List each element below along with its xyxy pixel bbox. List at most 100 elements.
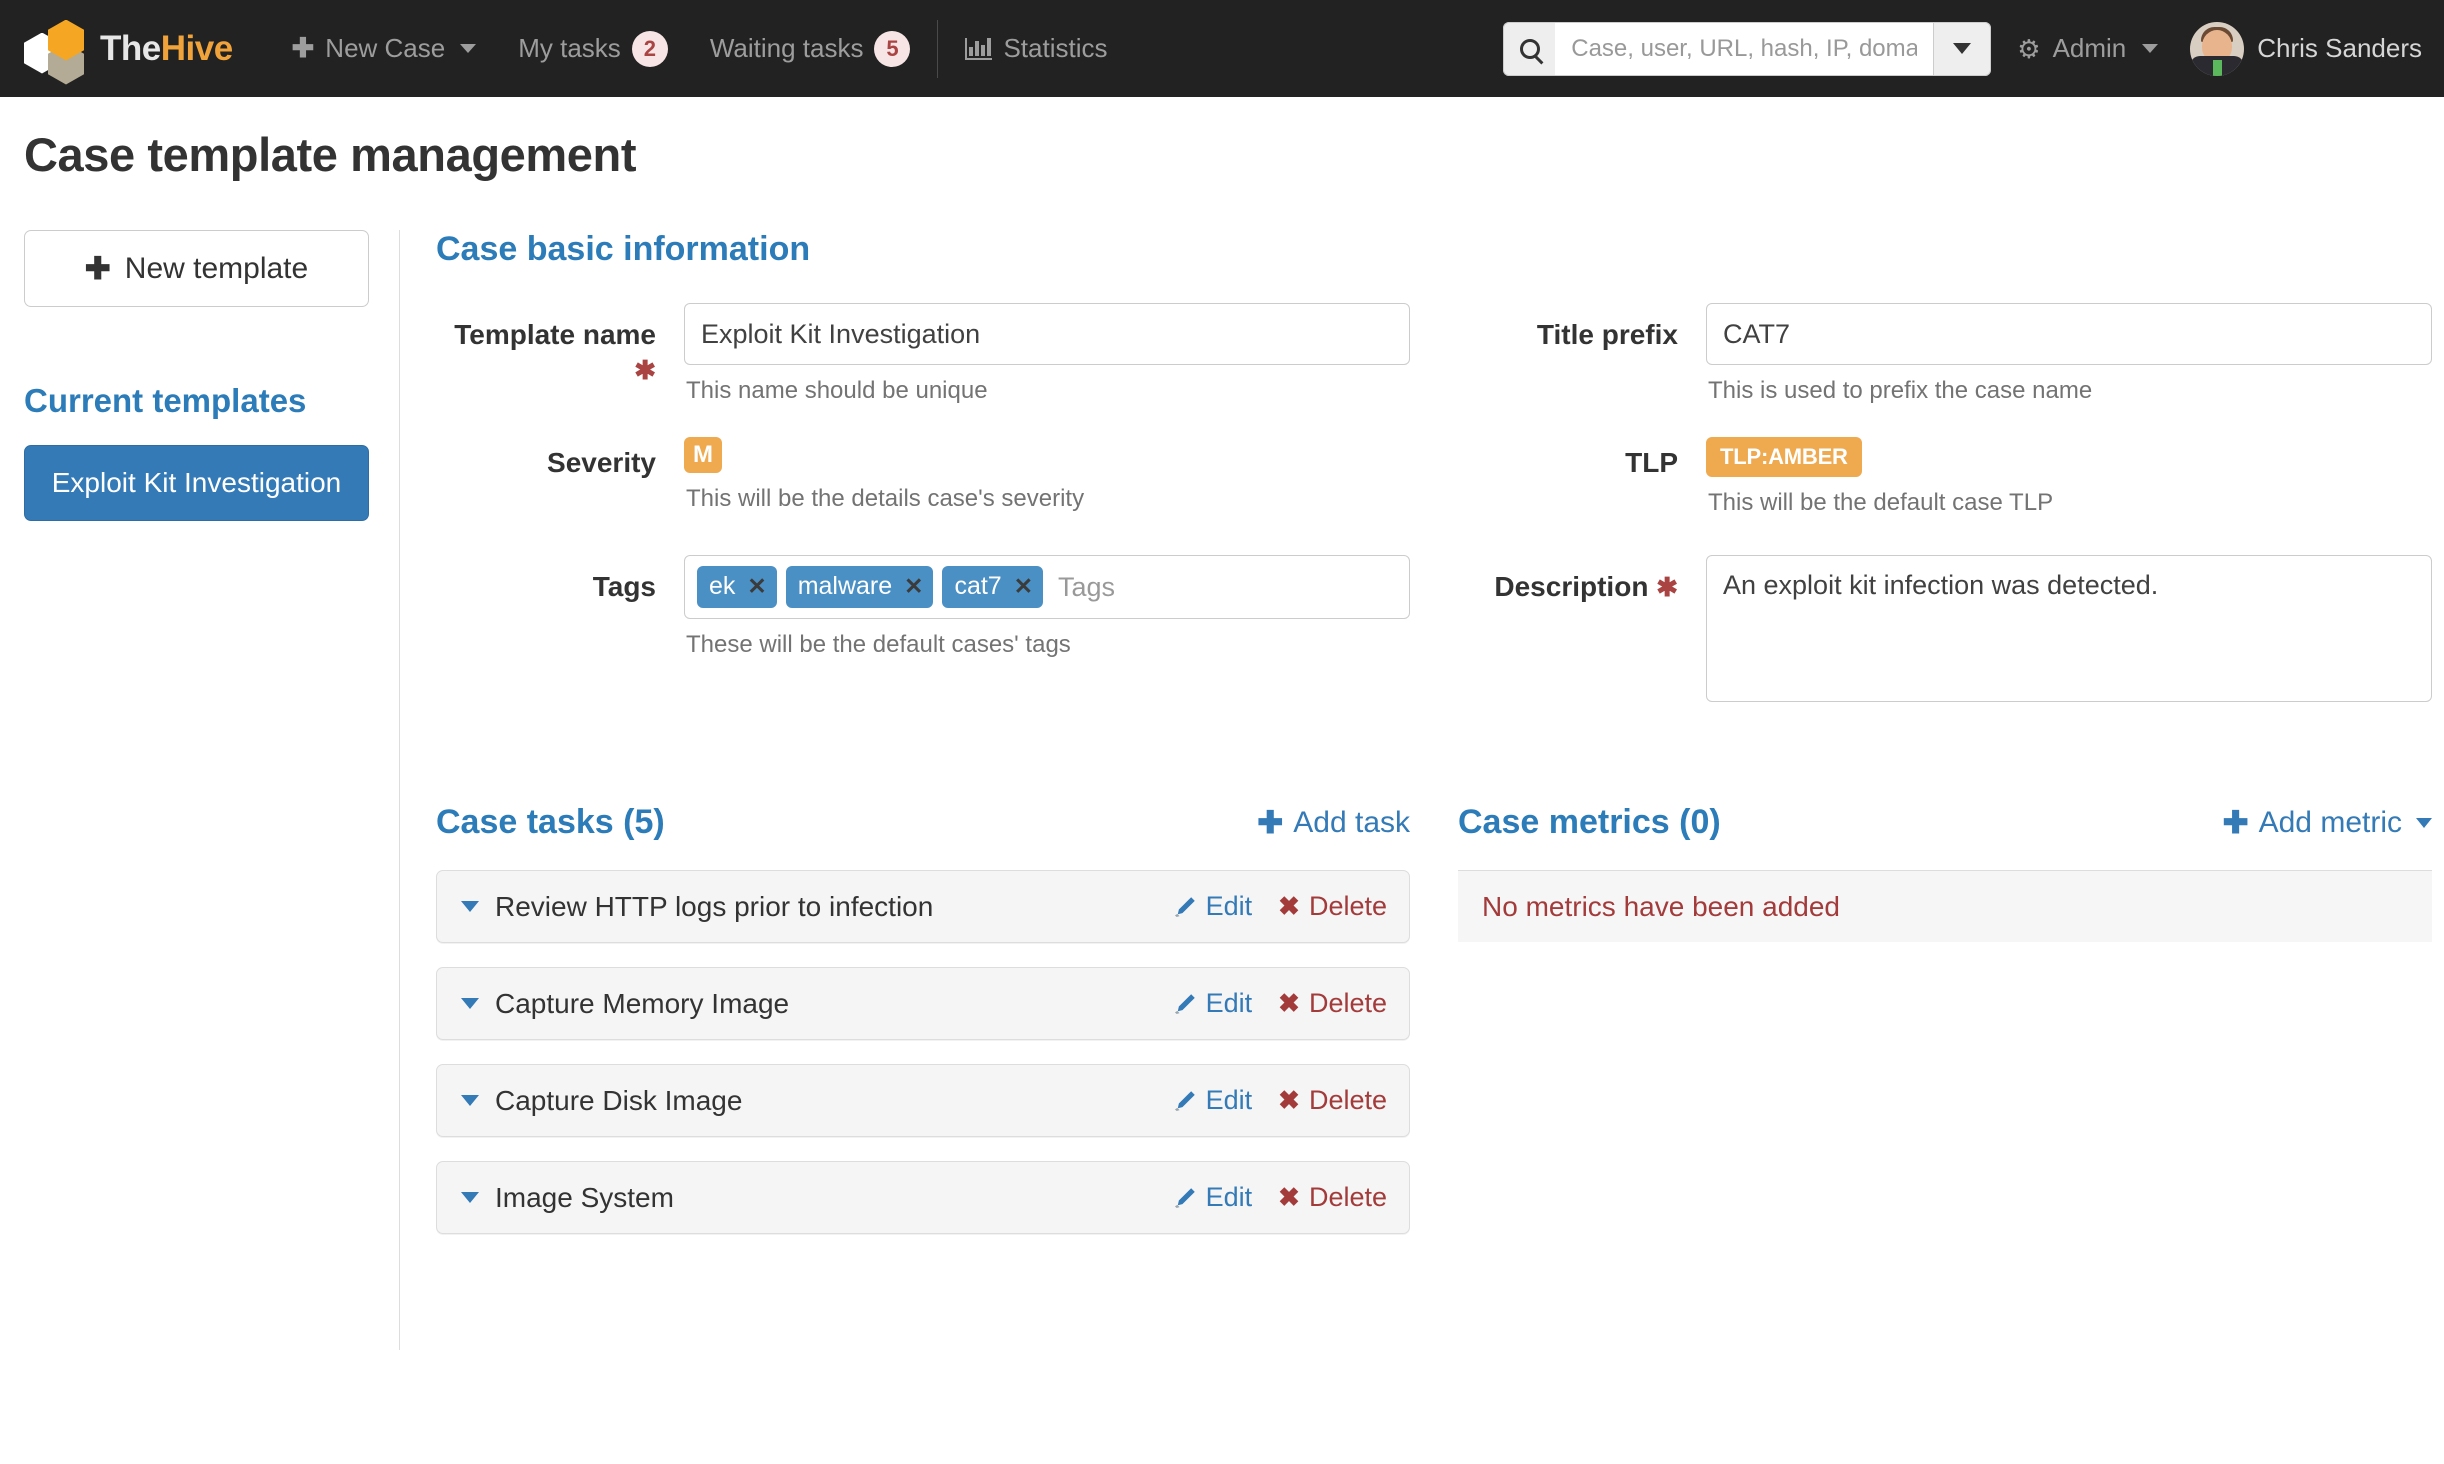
close-icon: ✖ xyxy=(1278,891,1300,921)
sidebar: ✚ New template Current templates Exploit… xyxy=(0,230,400,1350)
nav-user-menu[interactable]: Chris Sanders xyxy=(2172,21,2422,76)
plus-icon: ✚ xyxy=(291,33,315,63)
expand-task-icon[interactable] xyxy=(461,998,479,1009)
case-metrics-header: Case metrics (0) ✚ Add metric xyxy=(1458,803,2432,842)
add-task-label: Add task xyxy=(1293,806,1410,839)
tag-chip-label: cat7 xyxy=(954,572,1002,600)
row-actions: Edit ✖ Delete xyxy=(1173,1085,1387,1116)
title-prefix-help: This is used to prefix the case name xyxy=(1708,377,2093,404)
nav-admin-menu[interactable]: ⚙ Admin xyxy=(1991,33,2172,64)
template-name-help: This name should be unique xyxy=(686,377,988,404)
chevron-down-icon xyxy=(1953,43,1972,54)
task-name: Review HTTP logs prior to infection xyxy=(495,890,934,922)
delete-label: Delete xyxy=(1308,1085,1387,1115)
search-input[interactable] xyxy=(1555,21,1934,76)
nav-waiting-tasks[interactable]: Waiting tasks 5 xyxy=(689,0,932,97)
severity-badge[interactable]: M xyxy=(684,437,722,473)
new-template-button[interactable]: ✚ New template xyxy=(24,230,369,307)
brand-wordmark: TheHive xyxy=(100,31,233,66)
edit-task-button[interactable]: Edit xyxy=(1173,891,1253,922)
field-tags: Tags ek ✕ malware ✕ cat7 ✕ Tags These wi… xyxy=(436,555,1410,659)
edit-label: Edit xyxy=(1205,1182,1253,1212)
title-prefix-input[interactable] xyxy=(1706,303,2432,365)
close-icon: ✖ xyxy=(1278,1085,1300,1115)
lists-section: Case tasks (5) ✚ Add task Review HTTP lo… xyxy=(436,803,2432,1258)
table-row[interactable]: Capture Memory Image Edit ✖ Delete xyxy=(436,967,1410,1040)
search-button[interactable] xyxy=(1503,21,1556,76)
tags-input[interactable]: ek ✕ malware ✕ cat7 ✕ Tags xyxy=(684,555,1410,619)
delete-task-button[interactable]: ✖ Delete xyxy=(1278,1085,1387,1116)
top-navbar: TheHive ✚ New Case My tasks 2 Waiting ta… xyxy=(0,0,2444,97)
description-textarea[interactable] xyxy=(1706,555,2432,702)
tag-chip-label: ek xyxy=(709,572,736,600)
table-row[interactable]: Image System Edit ✖ Delete xyxy=(436,1161,1410,1234)
nav-my-tasks-label: My tasks xyxy=(518,33,621,63)
brand-logo[interactable]: TheHive xyxy=(24,19,233,85)
plus-icon: ✚ xyxy=(2222,805,2249,840)
delete-label: Delete xyxy=(1308,1182,1387,1212)
description-label: Description ✱ xyxy=(1458,555,1706,604)
field-description: Description ✱ xyxy=(1458,555,2432,707)
tags-field-col: ek ✕ malware ✕ cat7 ✕ Tags These will be… xyxy=(684,555,1410,659)
hive-hexagon-logo-icon xyxy=(24,19,98,85)
edit-label: Edit xyxy=(1205,891,1253,921)
new-template-label: New template xyxy=(124,251,309,285)
expand-task-icon[interactable] xyxy=(461,1095,479,1106)
remove-tag-icon[interactable]: ✕ xyxy=(747,573,766,600)
template-item-label: Exploit Kit Investigation xyxy=(51,467,342,498)
row-actions: Edit ✖ Delete xyxy=(1173,891,1387,922)
case-metrics-title: Case metrics (0) xyxy=(1458,803,1721,841)
tlp-badge[interactable]: TLP:AMBER xyxy=(1706,437,1862,477)
nav-right-group: ⚙ Admin Chris Sanders xyxy=(1503,21,2422,76)
global-search-group xyxy=(1503,21,1992,76)
basic-info-form: Template name ✱ This name should be uniq… xyxy=(436,303,2432,733)
add-metric-button[interactable]: ✚ Add metric xyxy=(2223,805,2432,841)
delete-task-button[interactable]: ✖ Delete xyxy=(1278,891,1387,922)
nav-my-tasks[interactable]: My tasks 2 xyxy=(497,0,689,97)
form-left-column: Template name ✱ This name should be uniq… xyxy=(436,303,1410,733)
required-asterisk-icon: ✱ xyxy=(634,355,656,385)
brand-the-text: The xyxy=(100,29,161,68)
nav-new-case-label: New Case xyxy=(325,33,446,63)
gear-icon: ⚙ xyxy=(2017,33,2041,64)
user-name-label: Chris Sanders xyxy=(2257,33,2422,63)
edit-task-button[interactable]: Edit xyxy=(1173,1085,1252,1116)
row-actions: Edit ✖ Delete xyxy=(1173,988,1387,1019)
case-tasks-header: Case tasks (5) ✚ Add task xyxy=(436,803,1410,842)
search-scope-dropdown-button[interactable] xyxy=(1933,21,1992,76)
table-row[interactable]: Capture Disk Image Edit ✖ Delete xyxy=(436,1064,1410,1137)
field-template-name: Template name ✱ This name should be uniq… xyxy=(436,303,1410,405)
task-name: Capture Disk Image xyxy=(495,1084,743,1116)
edit-task-button[interactable]: Edit xyxy=(1173,988,1252,1019)
delete-task-button[interactable]: ✖ Delete xyxy=(1278,1182,1387,1213)
sidebar-item-exploit-kit-investigation[interactable]: Exploit Kit Investigation xyxy=(24,445,369,521)
expand-task-icon[interactable] xyxy=(461,1192,479,1203)
template-name-field-col: This name should be unique xyxy=(684,303,1410,405)
table-row[interactable]: Review HTTP logs prior to infection Edit… xyxy=(436,870,1410,943)
expand-task-icon[interactable] xyxy=(461,901,479,912)
page-title: Case template management xyxy=(24,128,637,181)
tag-chip[interactable]: malware ✕ xyxy=(785,566,934,608)
severity-label: Severity xyxy=(547,447,656,478)
tag-chip[interactable]: ek ✕ xyxy=(697,566,777,608)
remove-tag-icon[interactable]: ✕ xyxy=(904,573,923,600)
field-title-prefix: Title prefix This is used to prefix the … xyxy=(1458,303,2432,405)
template-name-label: Template name ✱ xyxy=(436,303,684,387)
field-tlp: TLP TLP:AMBER This will be the default c… xyxy=(1458,431,2432,517)
edit-task-button[interactable]: Edit xyxy=(1173,1182,1253,1213)
pencil-icon xyxy=(1174,1090,1195,1111)
template-name-input[interactable] xyxy=(684,303,1410,365)
remove-tag-icon[interactable]: ✕ xyxy=(1014,573,1033,600)
nav-statistics[interactable]: Statistics xyxy=(944,0,1128,97)
add-task-button[interactable]: ✚ Add task xyxy=(1257,805,1410,841)
tags-placeholder: Tags xyxy=(1058,571,1116,602)
description-field-col xyxy=(1706,555,2432,707)
delete-task-button[interactable]: ✖ Delete xyxy=(1278,988,1387,1019)
task-name: Capture Memory Image xyxy=(495,987,790,1019)
nav-statistics-label: Statistics xyxy=(1003,33,1108,63)
tlp-field-col: TLP:AMBER This will be the default case … xyxy=(1706,431,2432,517)
nav-new-case[interactable]: ✚ New Case xyxy=(271,0,498,97)
avatar xyxy=(2190,21,2245,76)
tag-chip[interactable]: cat7 ✕ xyxy=(942,566,1043,608)
main-content: Case basic information Template name ✱ T… xyxy=(400,230,2444,1350)
